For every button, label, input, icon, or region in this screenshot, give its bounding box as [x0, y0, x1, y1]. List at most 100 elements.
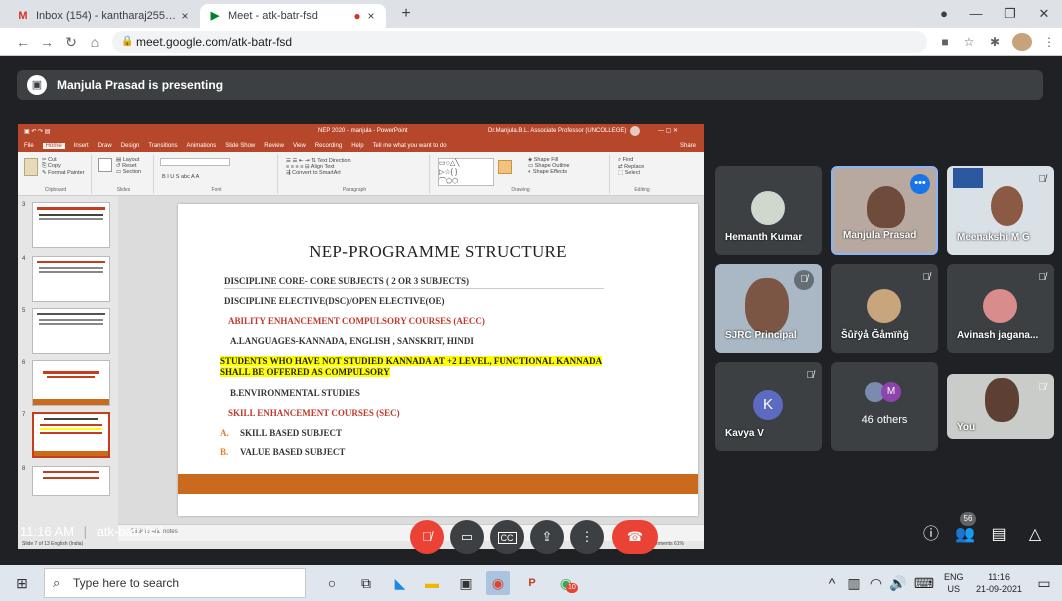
ppt-user-avatar — [630, 126, 640, 136]
language-indicator[interactable]: ENG US — [944, 571, 964, 595]
ppt-window-controls: — ▢ ✕ — [658, 128, 679, 134]
ppt-title-bar: ▣ ↶ ↷ ▤ NEP 2020 - manjula - PowerPoint … — [18, 124, 704, 140]
ribbon-drawing: ▭○△╲ ▷☆{ } ⌒⬠⬡ ◈ Shape Fill ▭ Shape Outline… — [432, 154, 610, 194]
participant-name: SJRC Principal — [725, 330, 797, 341]
people-button[interactable]: 👥 56 — [952, 512, 978, 548]
tab-meet[interactable]: ▶ Meet - atk-batr-fsd ● × — [200, 4, 386, 28]
tab-title: Meet - atk-batr-fsd — [228, 10, 318, 22]
participant-name: Meenakshi M G — [957, 232, 1030, 243]
present-now-button[interactable]: ⇪ — [530, 520, 564, 554]
ppt-menu-bar: File Home Insert Draw Design Transitions… — [18, 140, 704, 152]
slide-line-kannada-1: STUDENTS WHO HAVE NOT STUDIED KANNADA AT… — [220, 356, 603, 366]
ppt-ribbon: ✂ Cut ⎘ Copy ✎ Format Painter Clipboard ▤ … — [18, 152, 704, 196]
close-window-icon[interactable]: ✕ — [1030, 3, 1058, 25]
presenter-banner: ▣ Manjula Prasad is presenting — [17, 70, 1043, 100]
address-bar[interactable]: 🔒 meet.google.com/atk-batr-fsd — [112, 31, 927, 53]
tab-title: Inbox (154) - kantharaj2553@gm — [36, 10, 178, 22]
more-options-icon[interactable]: ••• — [910, 174, 930, 194]
microphone-toggle-button[interactable]: 🎙̸ — [410, 520, 444, 554]
ribbon-clipboard: ✂ Cut ⎘ Copy ✎ Format Painter Clipboard — [20, 154, 92, 194]
presenter-text: Manjula Prasad is presenting — [57, 78, 224, 92]
vscode-icon[interactable]: ◣ — [388, 571, 412, 595]
participant-tile[interactable]: Hemanth Kumar — [715, 166, 822, 255]
meeting-details-button[interactable]: ⓘ — [918, 522, 944, 548]
new-tab-button[interactable]: + — [392, 3, 420, 25]
minimize-icon[interactable]: — — [962, 3, 990, 25]
slide-line-env-studies: B.ENVIRONMENTAL STUDIES — [230, 388, 360, 398]
cortana-icon[interactable]: ○ — [320, 571, 344, 595]
home-icon[interactable]: ⌂ — [84, 32, 106, 52]
taskbar-search-input[interactable]: ⌕ Type here to search — [44, 568, 306, 598]
others-tile[interactable]: M 46 others — [831, 362, 938, 451]
captions-button[interactable]: CC — [490, 520, 524, 554]
meeting-info: 11:16 AM | atk-batr-fsd — [20, 524, 162, 539]
ppt-menu-transitions: Transitions — [148, 143, 178, 149]
close-tab-icon[interactable]: × — [178, 9, 192, 23]
keyboard-icon[interactable]: ⌨ — [912, 571, 936, 595]
url-text: meet.google.com/atk-batr-fsd — [136, 35, 293, 49]
activities-button[interactable]: △ — [1022, 522, 1048, 548]
extensions-icon[interactable]: ✱ — [986, 33, 1004, 51]
ribbon-paragraph: ☰ ☰ ⇤ ⇥ ⇅ Text Direction ≡ ≡ ≡ ≡ ⊟ Align … — [280, 154, 430, 194]
restore-icon[interactable]: ❐ — [996, 3, 1024, 25]
task-view-icon[interactable]: ⧉ — [354, 571, 378, 595]
bookmark-star-icon[interactable]: ☆ — [960, 33, 978, 51]
ppt-menu-design: Design — [120, 143, 140, 149]
participant-name: Manjula Prasad — [843, 230, 917, 241]
close-tab-icon[interactable]: × — [364, 9, 378, 23]
participant-video — [991, 186, 1023, 226]
current-slide: NEP-PROGRAMME STRUCTURE DISCIPLINE CORE-… — [178, 204, 698, 516]
ppt-menu-review: Review — [264, 143, 284, 149]
store-icon[interactable]: ▣ — [454, 571, 478, 595]
windows-taskbar: ⊞ ⌕ Type here to search ○ ⧉ ◣ ▬ ▣ ◉ P ◉ … — [0, 565, 1062, 601]
separator: | — [83, 524, 87, 539]
camera-indicator-icon[interactable]: ■ — [936, 33, 954, 51]
mic-off-icon: 🎙̸ — [1038, 174, 1047, 185]
back-icon[interactable]: ← — [12, 32, 34, 52]
mic-off-icon: 🎙̸ — [806, 370, 815, 381]
chrome-alt-icon[interactable]: ◉ 10 — [554, 571, 578, 595]
windows-start-icon[interactable]: ⊞ — [10, 571, 34, 595]
forward-icon[interactable]: → — [36, 32, 58, 52]
volume-icon[interactable]: 🔊 — [886, 571, 910, 595]
mic-off-icon: 🎙̸ — [422, 529, 432, 544]
wifi-icon[interactable]: ◠ — [864, 571, 888, 595]
file-explorer-icon[interactable]: ▬ — [420, 571, 444, 595]
ppt-menu-draw: Draw — [97, 143, 112, 149]
search-icon: ⌕ — [53, 575, 61, 590]
profile-avatar[interactable] — [1012, 33, 1032, 51]
profile-dot-icon[interactable]: ● — [930, 3, 958, 25]
ppt-menu-view: View — [292, 143, 306, 149]
taskbar-clock[interactable]: 11:16 21-09-2021 — [976, 571, 1022, 595]
participant-tile[interactable]: 🎙̸ Šůřÿå Ğåmïňğ — [831, 264, 938, 353]
slide-marker-b: B. — [220, 447, 229, 457]
participant-tile[interactable]: 🎙̸ SJRC Principal — [715, 264, 822, 353]
chat-button[interactable]: ▤ — [986, 522, 1012, 548]
tray-expand-icon[interactable]: ^ — [820, 571, 844, 595]
participant-video-banner — [953, 168, 983, 188]
ppt-tell-me: Tell me what you want to do — [372, 143, 447, 149]
participant-video — [867, 186, 905, 228]
leave-call-button[interactable]: ☎ — [612, 520, 658, 554]
ppt-menu-animations: Animations — [186, 143, 217, 149]
chrome-icon[interactable]: ◉ — [486, 571, 510, 595]
activities-icon: △ — [1028, 526, 1042, 543]
participant-tile[interactable]: K 🎙̸ Kavya V — [715, 362, 822, 451]
ppt-menu-slideshow: Slide Show — [225, 143, 256, 149]
reload-icon[interactable]: ↻ — [60, 32, 82, 52]
participant-tile[interactable]: 🎙̸ Avinash jagana... — [947, 264, 1054, 353]
browser-menu-icon[interactable]: ⋮ — [1040, 33, 1058, 51]
tab-gmail-inbox[interactable]: M Inbox (154) - kantharaj2553@gm × — [8, 4, 200, 28]
network-icon[interactable]: ▥ — [842, 571, 866, 595]
powerpoint-icon[interactable]: P — [520, 571, 544, 595]
more-options-button[interactable]: ⋮ — [570, 520, 604, 554]
participant-tile-self[interactable]: 🎙̸ You — [947, 374, 1054, 439]
ppt-user-name: Dr.Manjula.B.L. Associate Professor (UNC… — [488, 128, 627, 134]
slide-line-elective: DISCIPLINE ELECTIVE(DSC)/OPEN ELECTIVE(O… — [224, 296, 445, 306]
avatar-initial: M — [881, 382, 901, 402]
participant-tile-active-speaker[interactable]: ••• Manjula Prasad — [831, 166, 938, 255]
participant-tile[interactable]: 🎙̸ Meenakshi M G — [947, 166, 1054, 255]
camera-toggle-button[interactable]: ▭ — [450, 520, 484, 554]
participant-name: Hemanth Kumar — [725, 232, 803, 243]
notifications-icon[interactable]: ▭ — [1032, 571, 1056, 595]
